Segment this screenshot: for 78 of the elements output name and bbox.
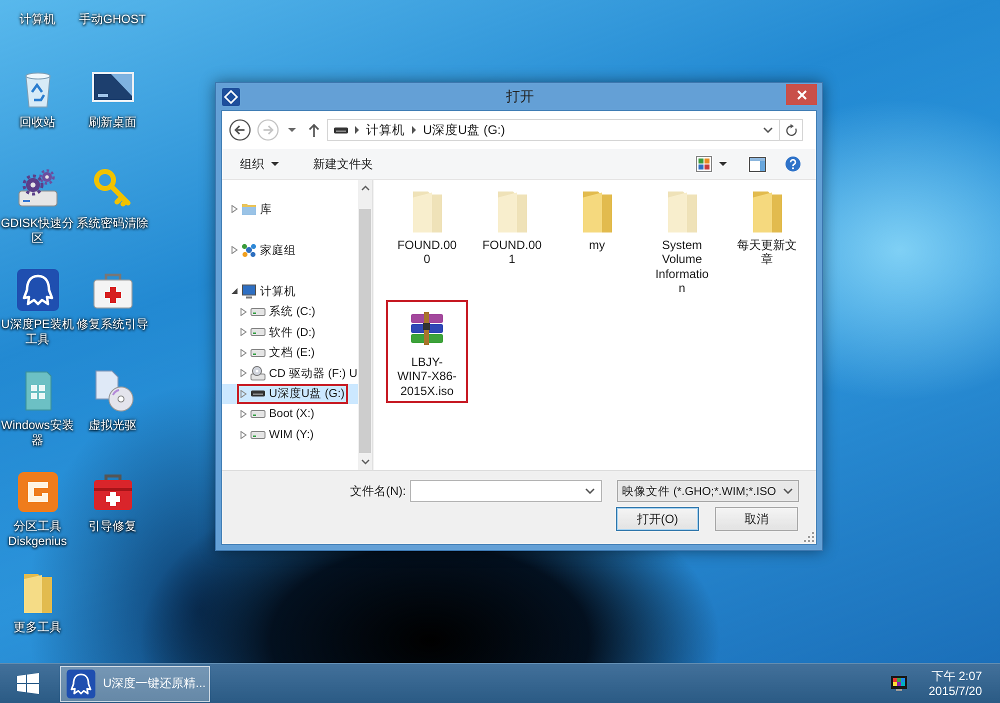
drive-icon <box>250 430 266 439</box>
file-item[interactable]: FOUND.001 <box>471 185 553 272</box>
file-item[interactable]: System Volume Information <box>641 185 723 300</box>
ghost-icon <box>16 268 60 312</box>
file-item[interactable]: my <box>556 185 638 258</box>
usb-drive-icon <box>333 126 349 134</box>
arrow-left-icon <box>229 119 251 141</box>
desktop-shortcut[interactable]: 更多工具 <box>0 571 75 635</box>
caret-down-icon <box>288 128 296 132</box>
file-item[interactable]: LBJY-WIN7-X86-2015X.iso <box>386 300 468 404</box>
desktop-shortcut[interactable]: 引导修复 <box>75 470 150 534</box>
clock-date: 2015/7/20 <box>928 684 982 698</box>
desktop-shortcut[interactable]: U深度PE装机工具 <box>0 268 75 347</box>
scroll-down-icon <box>360 459 370 465</box>
chevron-down-icon <box>585 488 595 494</box>
computer-icon <box>241 284 257 299</box>
clock-time: 下午 2:07 <box>931 668 982 684</box>
refresh-icon <box>784 124 798 136</box>
app-icon <box>222 88 240 106</box>
back-button[interactable] <box>229 119 251 141</box>
caret-right-icon <box>412 126 416 134</box>
cancel-button[interactable]: 取消 <box>715 507 798 531</box>
nav-item[interactable]: 库 <box>222 199 358 220</box>
chevron-down-icon <box>783 488 793 494</box>
caret-down-icon <box>271 162 279 166</box>
library-folder-icon <box>241 202 257 216</box>
file-item[interactable]: 每天更新文章 <box>726 185 808 272</box>
arrow-right-icon <box>257 119 279 141</box>
desktop-shortcut[interactable]: 虚拟光驱 <box>75 369 150 433</box>
desktop-shortcut[interactable]: Windows安装器 <box>0 369 75 448</box>
close-icon <box>796 90 806 100</box>
nav-item[interactable]: Boot (X:) <box>222 404 358 424</box>
nav-item[interactable]: 计算机 <box>222 281 358 302</box>
file-type-dropdown[interactable]: 映像文件 (*.GHO;*.WIM;*.ISO <box>617 480 799 502</box>
resize-grip-icon <box>804 532 814 542</box>
windows-logo-icon <box>16 673 38 694</box>
address-bar[interactable]: 计算机 U深度U盘 (G:) <box>327 119 780 141</box>
open-button[interactable]: 打开(O) <box>616 507 699 531</box>
nav-item[interactable]: WIM (Y:) <box>222 424 358 445</box>
pane-layout-icon <box>749 156 766 172</box>
drive-icon <box>250 328 266 336</box>
disc-drive-icon <box>250 366 266 381</box>
monitor-squares-icon <box>890 676 907 691</box>
up-button[interactable] <box>308 122 320 138</box>
drive-icon <box>250 348 266 357</box>
breadcrumb-item[interactable]: U深度U盘 (G:) <box>422 122 506 138</box>
nav-item[interactable]: 系统 (C:) <box>222 302 358 322</box>
drive-icon <box>250 308 266 316</box>
stacked-books-icon <box>411 312 443 346</box>
caret-down-icon <box>719 162 727 166</box>
help-icon <box>785 156 801 172</box>
chevron-down-icon <box>763 127 773 133</box>
homegroup-icon <box>241 242 257 258</box>
nav-item[interactable]: U深度U盘 (G:) <box>222 384 358 404</box>
organize-button[interactable]: 组织 <box>234 152 285 176</box>
arrow-up-icon <box>308 123 320 137</box>
new-folder-button[interactable]: 新建文件夹 <box>307 152 379 176</box>
view-grid-icon <box>696 156 712 172</box>
file-name-label: 文件名(N): <box>350 482 406 500</box>
desktop-shortcut[interactable]: 修复系统引导 <box>75 268 150 332</box>
nav-item[interactable]: 家庭组 <box>222 240 358 260</box>
usb-drive-icon <box>250 390 266 398</box>
window-title: 打开 <box>505 88 535 106</box>
scrollbar-thumb[interactable] <box>359 209 371 453</box>
file-item[interactable]: FOUND.000 <box>386 185 468 272</box>
breadcrumb-item[interactable]: 计算机 <box>365 122 406 138</box>
nav-item[interactable]: 文档 (E:) <box>222 342 358 363</box>
drive-icon <box>250 410 266 418</box>
nav-item[interactable]: 软件 (D:) <box>222 322 358 342</box>
scroll-up-icon <box>360 185 370 191</box>
desktop-shortcut[interactable]: 分区工具Diskgenius <box>0 470 75 549</box>
refresh-button[interactable] <box>780 119 803 141</box>
file-name-field[interactable] <box>410 480 602 502</box>
nav-item[interactable]: CD 驱动器 (F:) U <box>222 363 358 384</box>
letter-g-tile-icon <box>16 470 60 514</box>
ghost-icon <box>66 668 96 698</box>
caret-right-icon <box>355 126 359 134</box>
close-button[interactable] <box>786 84 817 105</box>
